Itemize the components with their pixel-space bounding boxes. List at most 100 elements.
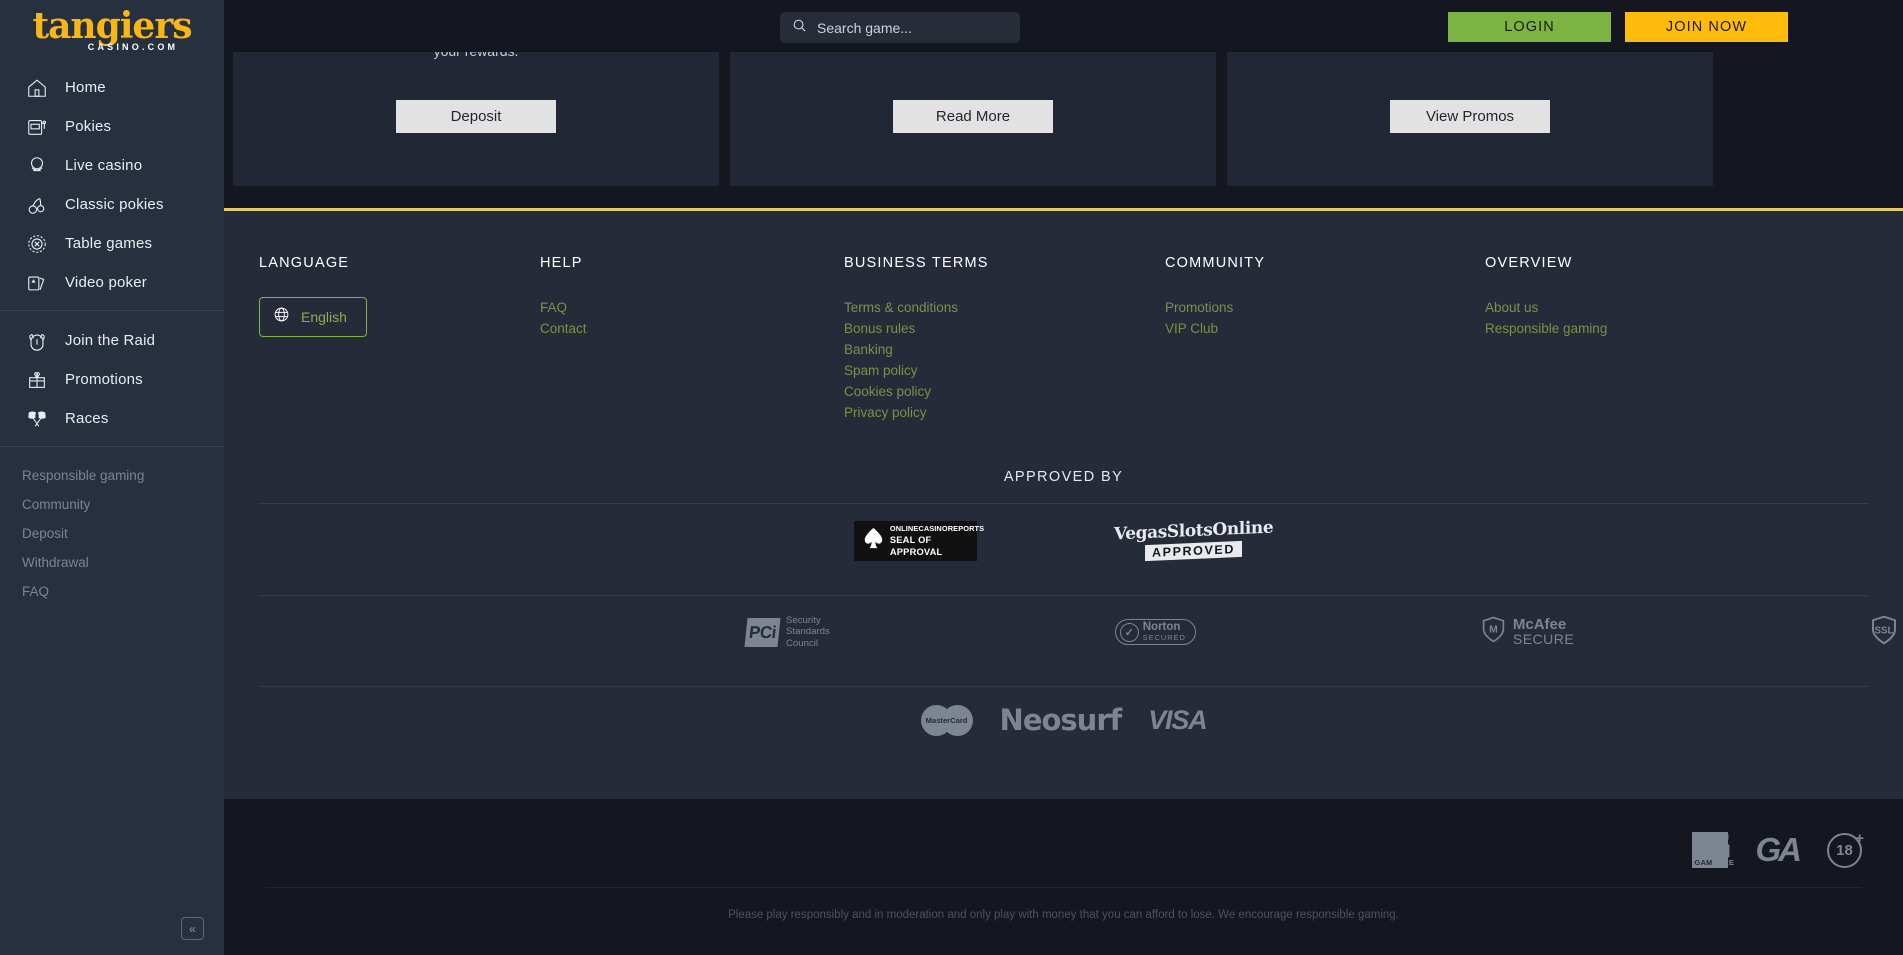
login-button[interactable]: LOGIN xyxy=(1448,12,1611,42)
footer-column-overview: OVERVIEW About us Responsible gaming xyxy=(1485,255,1607,423)
promo-card-read-more: Read More xyxy=(730,52,1216,186)
gamcare-label-1: GAM xyxy=(1695,858,1713,867)
ocr-badge-text: ONLINECASINOREPORTS SEAL OF APPROVAL xyxy=(890,524,984,558)
brand-logo[interactable]: tangiers CASINO.COM xyxy=(0,0,224,66)
age-number: 18 xyxy=(1836,842,1853,859)
top-header: Search game... LOGIN JOIN NOW xyxy=(224,0,1903,52)
gamblers-anonymous-icon: GA xyxy=(1756,831,1800,869)
vso-line-2: APPROVED xyxy=(1145,541,1242,561)
sidebar-item-label: Table games xyxy=(65,235,152,252)
spade-icon xyxy=(863,527,884,555)
sidebar-item-table-games[interactable]: Table games xyxy=(0,224,224,263)
age-18-plus-icon: 18 + xyxy=(1827,833,1862,868)
footer-column-language: LANGUAGE English xyxy=(259,255,540,423)
visa-logo: VISA xyxy=(1148,705,1206,736)
live-dealer-icon xyxy=(22,153,52,179)
pci-text: Security Standards Council xyxy=(786,615,830,650)
sidebar-subitem-deposit[interactable]: Deposit xyxy=(0,519,224,548)
vso-line-1: VegasSlotsOnline xyxy=(1114,518,1273,545)
promo-card-view-promos: View Promos xyxy=(1227,52,1713,186)
sidebar-item-label: Home xyxy=(65,79,106,96)
sidebar-item-label: Classic pokies xyxy=(65,196,164,213)
responsible-gaming-disclaimer: Please play responsibly and in moderatio… xyxy=(224,909,1903,921)
sidebar-item-promotions[interactable]: Promotions xyxy=(0,360,224,399)
footer-heading: BUSINESS TERMS xyxy=(844,255,1165,271)
sidebar-divider-1 xyxy=(0,310,224,311)
sidebar-item-label: Races xyxy=(65,410,109,427)
sidebar-subitem-withdrawal[interactable]: Withdrawal xyxy=(0,548,224,577)
pci-badge: PCi Security Standards Council xyxy=(746,615,830,650)
sidebar-item-home[interactable]: Home xyxy=(0,68,224,107)
onlinecasinoreports-badge: ONLINECASINOREPORTS SEAL OF APPROVAL xyxy=(854,521,977,561)
globe-icon xyxy=(273,306,290,328)
search-icon xyxy=(792,18,807,38)
sidebar-item-join-the-raid[interactable]: Join the Raid xyxy=(0,321,224,360)
norton-badge: ✓ Norton SECURED xyxy=(1115,619,1196,645)
security-badges-row: PCi Security Standards Council ✓ Norton … xyxy=(224,596,1903,668)
footer-link-cookies-policy[interactable]: Cookies policy xyxy=(844,381,1165,402)
footer-link-privacy-policy[interactable]: Privacy policy xyxy=(844,402,1165,423)
pci-line-2: Standards xyxy=(786,626,830,638)
footer-link-about-us[interactable]: About us xyxy=(1485,297,1607,318)
norton-text: Norton SECURED xyxy=(1143,622,1186,642)
bottom-bar: GAMCARE G GA 18 + Please play responsibl… xyxy=(224,799,1903,955)
secondary-nav: Join the Raid Promotions xyxy=(0,319,224,438)
footer-column-help: HELP FAQ Contact xyxy=(540,255,844,423)
footer-columns: LANGUAGE English HELP FAQ C xyxy=(224,211,1903,423)
slot-machine-icon xyxy=(22,114,52,140)
footer-link-vip-club[interactable]: VIP Club xyxy=(1165,318,1485,339)
promo-card-text: your rewards. xyxy=(233,52,719,59)
payment-logos-row: MasterCard Neosurf VISA xyxy=(224,687,1903,753)
footer-link-spam-policy[interactable]: Spam policy xyxy=(844,360,1165,381)
sidebar-subitem-responsible-gaming[interactable]: Responsible gaming xyxy=(0,461,224,490)
sidebar-item-live-casino[interactable]: Live casino xyxy=(0,146,224,185)
footer-link-promotions[interactable]: Promotions xyxy=(1165,297,1485,318)
gift-icon xyxy=(22,367,52,393)
main-area: Search game... LOGIN JOIN NOW your rewar… xyxy=(224,0,1903,955)
sidebar-item-pokies[interactable]: Pokies xyxy=(0,107,224,146)
footer-heading: LANGUAGE xyxy=(259,255,540,271)
footer-link-responsible-gaming[interactable]: Responsible gaming xyxy=(1485,318,1607,339)
footer-link-faq[interactable]: FAQ xyxy=(540,297,844,318)
sidebar: tangiers CASINO.COM Home Po xyxy=(0,0,224,955)
mastercard-logo: MasterCard xyxy=(921,705,973,736)
sidebar-item-classic-pokies[interactable]: Classic pokies xyxy=(0,185,224,224)
pci-mark: PCi xyxy=(744,618,780,647)
language-selector[interactable]: English xyxy=(259,297,367,337)
playing-cards-icon xyxy=(22,270,52,296)
mcafee-line-1: McAfee xyxy=(1513,617,1574,632)
footer-link-contact[interactable]: Contact xyxy=(540,318,844,339)
home-icon xyxy=(22,75,52,101)
search-input[interactable]: Search game... xyxy=(780,12,1020,43)
sidebar-item-label: Join the Raid xyxy=(65,332,155,349)
svg-text:M: M xyxy=(1489,625,1498,636)
sidebar-collapse-button[interactable]: « xyxy=(181,917,204,940)
sidebar-item-races[interactable]: Races xyxy=(0,399,224,438)
approval-badges-row: ONLINECASINOREPORTS SEAL OF APPROVAL Veg… xyxy=(224,504,1903,577)
sidebar-item-label: Live casino xyxy=(65,157,142,174)
read-more-button[interactable]: Read More xyxy=(893,100,1053,133)
checkered-flags-icon xyxy=(22,406,52,432)
join-now-button[interactable]: JOIN NOW xyxy=(1625,12,1788,42)
sidebar-item-video-poker[interactable]: Video poker xyxy=(0,263,224,302)
ocr-line-1: ONLINECASINOREPORTS xyxy=(890,524,984,534)
vegasslotsonline-badge: VegasSlotsOnline APPROVED xyxy=(1114,521,1273,560)
footer-link-terms-conditions[interactable]: Terms & conditions xyxy=(844,297,1165,318)
gamcare-icon: GAMCARE G xyxy=(1692,832,1728,868)
sidebar-subitem-faq[interactable]: FAQ xyxy=(0,577,224,606)
sidebar-sub-nav: Responsible gaming Community Deposit Wit… xyxy=(0,455,224,606)
pci-line-1: Security xyxy=(786,615,830,627)
footer-heading: COMMUNITY xyxy=(1165,255,1485,271)
responsible-gaming-icons: GAMCARE G GA 18 + xyxy=(1692,831,1863,869)
search-placeholder: Search game... xyxy=(817,20,912,36)
bottom-rule xyxy=(265,887,1862,888)
footer-column-business-terms: BUSINESS TERMS Terms & conditions Bonus … xyxy=(844,255,1165,423)
footer-link-banking[interactable]: Banking xyxy=(844,339,1165,360)
footer-heading: OVERVIEW xyxy=(1485,255,1607,271)
view-promos-button[interactable]: View Promos xyxy=(1390,100,1550,133)
casino-chip-icon xyxy=(22,231,52,257)
footer-link-bonus-rules[interactable]: Bonus rules xyxy=(844,318,1165,339)
sidebar-subitem-community[interactable]: Community xyxy=(0,490,224,519)
viking-helmet-icon xyxy=(22,328,52,354)
deposit-button[interactable]: Deposit xyxy=(396,100,556,133)
